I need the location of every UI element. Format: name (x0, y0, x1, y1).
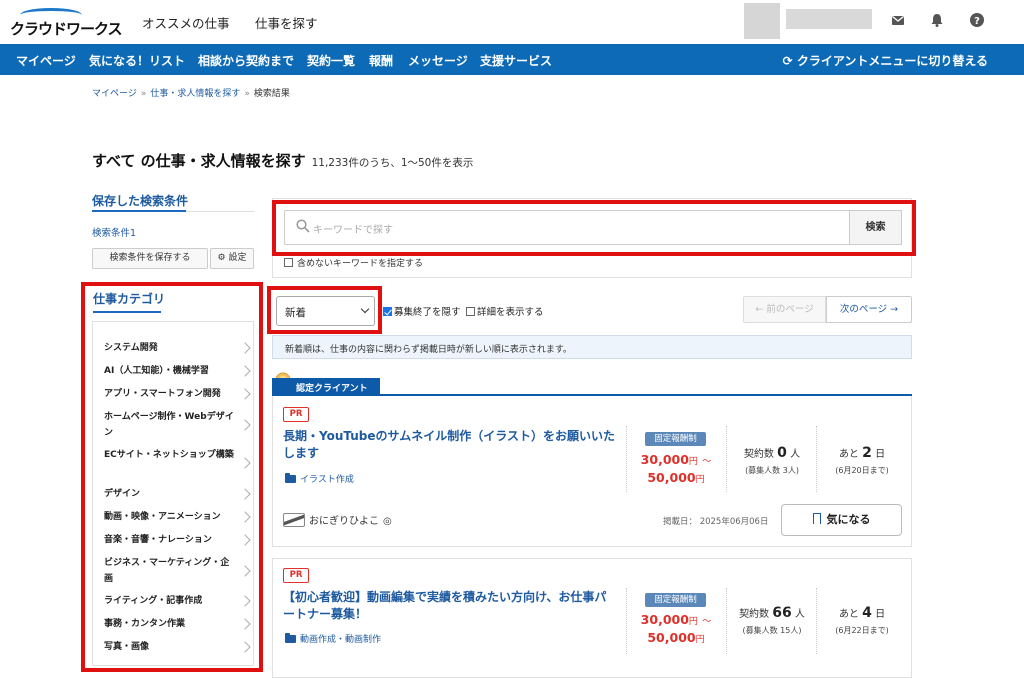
checkbox-checked-icon (383, 307, 392, 316)
nav-favorites[interactable]: 気になる！リスト (89, 52, 185, 69)
breadcrumb-mypage[interactable]: マイページ (92, 89, 137, 99)
deadline-1: (6月20日まで) (835, 466, 889, 475)
saved-heading-divider (92, 210, 254, 212)
help-icon[interactable]: ? (969, 12, 985, 28)
nav-support[interactable]: 支援サービス (480, 52, 552, 69)
show-detail-label: 詳細を表示する (477, 307, 544, 318)
column-divider (626, 588, 627, 654)
nav-contracts[interactable]: 契約一覧 (307, 52, 355, 69)
avatar[interactable] (744, 3, 780, 39)
settings-label: 設定 (228, 253, 247, 263)
breadcrumb-sep-icon: » (244, 89, 250, 99)
posted-date-1: 掲載日： 2025年06月06日 (663, 517, 769, 527)
recruit-count-1: (募集人数 3人) (745, 466, 799, 475)
client-avatar (283, 513, 305, 527)
gear-icon: ⚙ (217, 253, 229, 263)
hide-closed-checkbox[interactable]: 募集終了を隠す (383, 304, 461, 318)
hide-closed-label: 募集終了を隠す (394, 307, 461, 318)
breadcrumb-current: 検索結果 (253, 89, 290, 99)
watch-label: 気になる (826, 513, 871, 526)
price-low-1: 30,000円 〜 (640, 452, 712, 467)
job-title-1[interactable]: 長期・YouTubeのサムネイル制作（イラスト）をお願いいたします (283, 428, 617, 462)
contract-count-1: 契約数 0 人 (743, 445, 801, 461)
breadcrumb-sep-icon: » (140, 89, 147, 99)
remaining-days-2: あと 4 日 (838, 605, 886, 621)
contract-count-2: 契約数 66 人 (739, 605, 805, 621)
watch-button[interactable]: 気になる (781, 504, 902, 536)
breadcrumb: マイページ» 仕事・求人情報を探す» 検索結果 (92, 86, 290, 99)
checkbox-icon (284, 258, 293, 267)
main-nav: マイページ 気になる！リスト 相談から契約まで 契約一覧 報酬 メッセージ 支援… (0, 44, 1024, 75)
column-divider (726, 588, 727, 654)
checkbox-icon (466, 307, 475, 316)
breadcrumb-search-jobs[interactable]: 仕事・求人情報を探す (150, 89, 240, 99)
saved-conditions-heading: 保存した検索条件 (92, 194, 189, 208)
job-category-label: イラスト作成 (300, 475, 354, 485)
prev-page-button[interactable]: ← 前のページ (743, 296, 826, 323)
folder-icon (285, 473, 296, 483)
job-category-label: 動画作成・動画制作 (300, 635, 382, 645)
mail-icon[interactable] (890, 12, 906, 28)
nav-messages[interactable]: メッセージ (408, 52, 468, 69)
remaining-days-1: あと 2 日 (838, 445, 886, 461)
column-divider (816, 588, 817, 654)
top-header: クラウドワークス オススメの仕事 仕事を探す ? (0, 0, 1024, 44)
exclude-keyword-toggle[interactable]: 含めないキーワードを指定する (284, 256, 423, 269)
nav-mypage[interactable]: マイページ (16, 52, 76, 69)
exclude-keyword-label: 含めないキーワードを指定する (297, 259, 424, 269)
job-category-2[interactable]: 動画作成・動画制作 (285, 632, 381, 645)
show-detail-checkbox[interactable]: 詳細を表示する (466, 304, 544, 318)
page-title: すべて の仕事・求人情報を探す 11,233件のうち、1〜50件を表示 (92, 150, 473, 171)
hidden-eye-icon: ◎ (383, 516, 392, 527)
search-highlight-frame (272, 200, 916, 256)
logo-text: クラウドワークス (10, 20, 123, 38)
deadline-2: (6月22日まで) (835, 626, 889, 635)
nav-consult-to-contract[interactable]: 相談から契約まで (198, 52, 294, 69)
price-high-2: 50,000円 (647, 630, 705, 645)
price-high-1: 50,000円 (647, 470, 705, 485)
result-count: 11,233件のうち、1〜50件を表示 (311, 157, 474, 169)
page-title-text: すべて の仕事・求人情報を探す (92, 152, 306, 170)
user-name-redacted[interactable] (786, 9, 872, 29)
pay-type-badge: 固定報酬制 (645, 432, 706, 446)
nav-earnings[interactable]: 報酬 (369, 52, 393, 69)
sort-notice: 新着順は、仕事の内容に関わらず掲載日時が新しい順に表示されます。 (272, 335, 912, 359)
certified-divider (272, 394, 912, 396)
recommended-jobs-link[interactable]: オススメの仕事 (142, 13, 230, 32)
pr-badge: PR (283, 407, 309, 422)
next-page-button[interactable]: 次のページ → (826, 296, 912, 323)
saved-condition-1[interactable]: 検索条件1 (92, 225, 136, 239)
column-divider (726, 426, 727, 492)
column-divider (626, 426, 627, 492)
price-low-2: 30,000円 〜 (640, 612, 712, 627)
bell-icon[interactable] (929, 12, 945, 28)
switch-client-menu-link[interactable]: ⟳ クライアントメニューに切り替える (783, 52, 988, 69)
find-jobs-link[interactable]: 仕事を探す (255, 13, 318, 32)
pay-type-badge: 固定報酬制 (645, 593, 706, 607)
column-divider (816, 426, 817, 492)
category-highlight-frame (81, 282, 263, 672)
job-title-2[interactable]: 【初心者歓迎】動画編集で実績を積みたい方向け、お仕事パートナー募集！ (283, 589, 617, 623)
svg-text:?: ? (974, 16, 980, 27)
pr-badge: PR (283, 568, 309, 583)
switch-label: クライアントメニューに切り替える (796, 54, 988, 68)
sort-highlight-frame (267, 286, 382, 334)
settings-button[interactable]: ⚙ 設定 (210, 248, 254, 269)
client-info[interactable]: おにぎりひよこ ◎ (283, 512, 392, 527)
recruit-count-2: (募集人数 15人) (742, 626, 802, 635)
client-name: おにぎりひよこ (309, 516, 379, 527)
folder-icon (285, 633, 296, 643)
job-category-1[interactable]: イラスト作成 (285, 472, 354, 485)
switch-icon: ⟳ (782, 54, 797, 68)
bookmark-icon (812, 513, 821, 524)
crowdworks-logo[interactable]: クラウドワークス (10, 8, 123, 38)
save-conditions-button[interactable]: 検索条件を保存する (92, 248, 208, 269)
certified-client-tab: 認定クライアント (272, 378, 380, 395)
